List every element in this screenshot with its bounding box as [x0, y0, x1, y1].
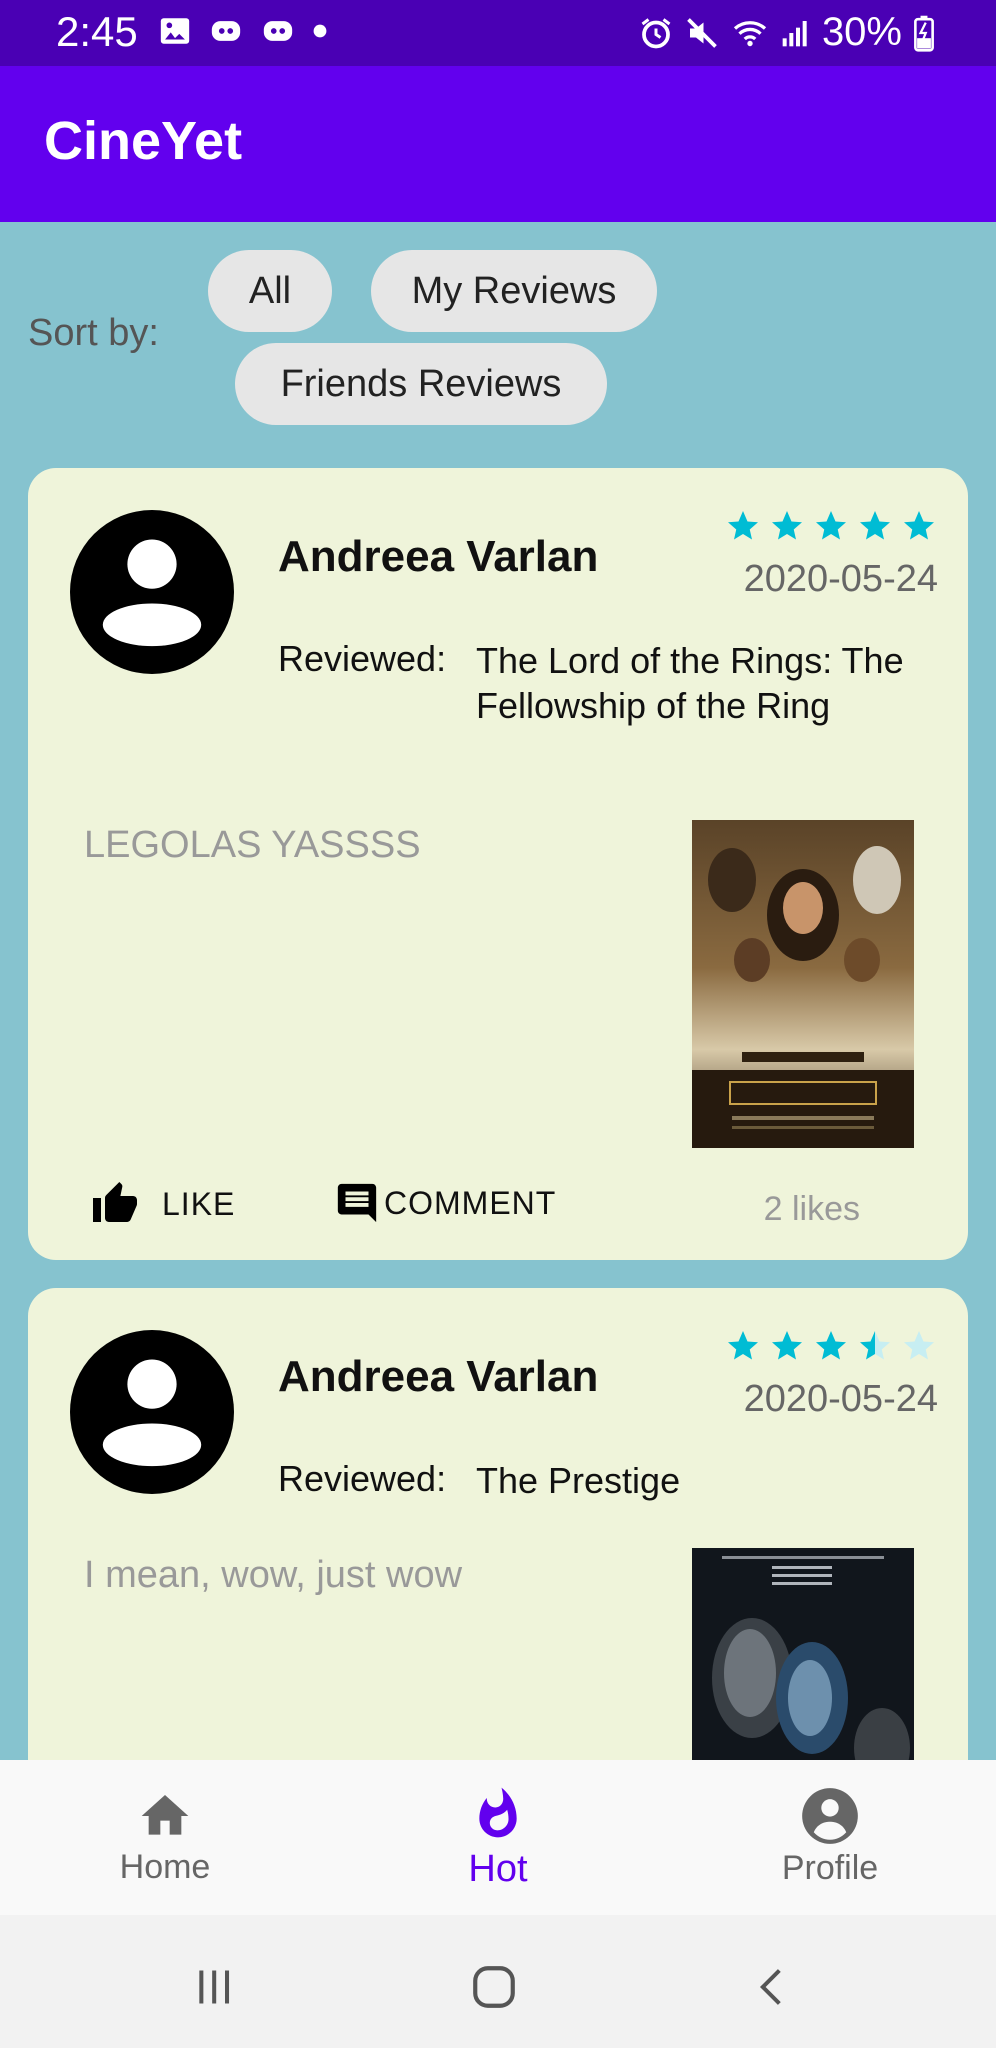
recent-apps-icon: [199, 1970, 230, 2004]
reviewer-name: Andreea Varlan: [278, 1352, 599, 1401]
thumb-up-icon: [93, 1182, 137, 1222]
filter-chip-friends-reviews[interactable]: Friends Reviews: [235, 343, 607, 425]
home-button[interactable]: [464, 1957, 524, 2017]
alarm-icon: [641, 17, 671, 48]
star-full-icon: [728, 1331, 758, 1360]
gallery-icon: [160, 18, 190, 44]
signal-icon: [782, 20, 807, 46]
nav-label-home: Home: [119, 1848, 211, 1886]
review-actions: LIKE COMMENT 2 likes: [28, 1180, 968, 1240]
star-full-icon: [772, 511, 802, 540]
home-circle-icon: [473, 1966, 515, 2008]
reviewed-label: Reviewed:: [278, 1458, 447, 1499]
status-time: 2:45: [56, 8, 138, 55]
review-date: 2020-05-24: [743, 558, 938, 600]
reviewed-label: Reviewed:: [278, 638, 447, 679]
star-full-icon: [772, 1331, 802, 1360]
user-avatar-icon: [70, 510, 234, 674]
nav-item-home[interactable]: Home: [55, 1760, 275, 1915]
like-label: LIKE: [162, 1185, 236, 1222]
star-empty-icon: [904, 1331, 934, 1360]
likes-count: 2 likes: [763, 1190, 860, 1228]
star-full-icon: [816, 1331, 846, 1360]
back-chevron-icon: [759, 1969, 781, 2005]
star-full-icon: [728, 511, 758, 540]
movie-poster[interactable]: [692, 1548, 914, 1788]
mute-icon: [687, 17, 717, 48]
star-half-icon: [860, 1331, 890, 1360]
app-title: CineYet: [44, 111, 243, 171]
home-icon: [141, 1795, 189, 1835]
comment-button[interactable]: COMMENT: [334, 1180, 556, 1226]
review-text: I mean, wow, just wow: [84, 1554, 463, 1596]
nav-item-hot[interactable]: Hot: [388, 1760, 608, 1915]
rating-stars: [724, 508, 938, 544]
account-circle-icon: [802, 1788, 858, 1844]
battery-charging-icon: [914, 15, 934, 52]
like-button[interactable]: LIKE: [88, 1180, 235, 1228]
nav-item-profile[interactable]: Profile: [720, 1760, 940, 1915]
wifi-icon: [733, 20, 767, 46]
app-bar: CineYet: [0, 66, 996, 222]
bottom-navigation: Home Hot Profile: [0, 1760, 996, 1915]
filter-chip-all[interactable]: All: [208, 250, 332, 332]
reviewer-name: Andreea Varlan: [278, 532, 599, 581]
discord-icon: [211, 21, 241, 41]
movie-title: The Prestige: [476, 1460, 681, 1501]
star-full-icon: [860, 511, 890, 540]
sort-label: Sort by:: [28, 312, 159, 354]
back-button[interactable]: [742, 1957, 802, 2017]
movie-title: The Lord of the Rings: The Fellowship of…: [476, 640, 904, 726]
filter-chip-my-reviews[interactable]: My Reviews: [371, 250, 657, 332]
fire-icon: [479, 1787, 517, 1838]
dot-icon: [313, 24, 327, 38]
recent-apps-button[interactable]: [184, 1957, 244, 2017]
comment-icon: [337, 1183, 377, 1223]
nav-label-profile: Profile: [781, 1849, 879, 1887]
star-full-icon: [904, 511, 934, 540]
status-system-icons: 30%: [638, 10, 936, 55]
star-full-icon: [816, 511, 846, 540]
review-text: LEGOLAS YASSSS: [84, 824, 421, 866]
nav-label-hot: Hot: [468, 1848, 528, 1890]
status-notification-icons: [158, 14, 328, 48]
review-card: Andreea Varlan 2020-05-24 Reviewed: The …: [28, 468, 968, 1260]
discord-icon: [263, 21, 293, 41]
status-bar: 2:45 30%: [0, 0, 996, 66]
battery-percent: 30%: [821, 10, 902, 54]
movie-poster[interactable]: [692, 820, 914, 1148]
rating-stars: [724, 1328, 938, 1364]
review-card: Andreea Varlan 2020-05-24 Reviewed: The …: [28, 1288, 968, 1788]
review-date: 2020-05-24: [743, 1378, 938, 1420]
user-avatar-icon: [70, 1330, 234, 1494]
system-navigation-bar: [0, 1915, 996, 2048]
comment-label: COMMENT: [384, 1184, 557, 1221]
